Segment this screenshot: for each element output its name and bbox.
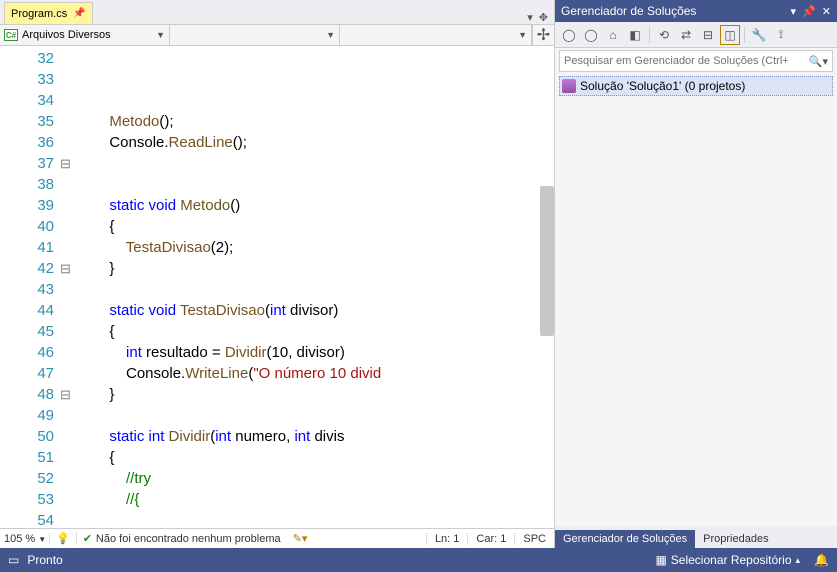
code-editor[interactable]: 3233343536373839404142434445464748495051… bbox=[0, 46, 554, 528]
preview-button[interactable]: ⟟ bbox=[771, 25, 791, 45]
error-status[interactable]: ✔ Não foi encontrado nenhum problema bbox=[76, 532, 287, 545]
code-lines[interactable]: Metodo(); Console.ReadLine(); static voi… bbox=[76, 46, 554, 528]
home-button[interactable]: ⌂ bbox=[603, 25, 623, 45]
spaces-indicator[interactable]: SPC bbox=[514, 533, 554, 545]
search-placeholder: Pesquisar em Gerenciador de Soluções (Ct… bbox=[564, 55, 789, 67]
document-tabs: Program.cs 📌 ▾ ✥ bbox=[0, 0, 554, 24]
line-number-gutter: 3233343536373839404142434445464748495051… bbox=[14, 46, 60, 528]
window-menu-icon[interactable]: ▾ bbox=[791, 5, 797, 18]
solution-root-label: Solução 'Solução1' (0 projetos) bbox=[580, 79, 745, 93]
issues-text: Não foi encontrado nenhum problema bbox=[96, 533, 281, 545]
brush-icon[interactable]: ✎▾ bbox=[287, 532, 314, 545]
sync-button[interactable]: ⟲ bbox=[654, 25, 674, 45]
tab-program-cs[interactable]: Program.cs 📌 bbox=[4, 2, 93, 24]
solution-root-item[interactable]: Solução 'Solução1' (0 projetos) bbox=[559, 76, 833, 96]
pin-icon[interactable]: 📌 bbox=[73, 8, 85, 19]
filter-button[interactable]: ⇄ bbox=[676, 25, 696, 45]
solution-explorer-pane: Gerenciador de Soluções ▾ 📌 ✕ ◯ ◯ ⌂ ◧ ⟲ … bbox=[555, 0, 837, 548]
show-all-button[interactable]: ◫ bbox=[720, 25, 740, 45]
source-control-button[interactable]: ▦ Selecionar Repositório ▴ bbox=[649, 553, 806, 567]
notifications-icon[interactable]: 🔔 bbox=[814, 553, 829, 567]
repo-icon: ▦ bbox=[655, 553, 666, 567]
tab-overflow-icon[interactable]: ▾ bbox=[527, 11, 533, 24]
panel-tabs: Gerenciador de Soluções Propriedades bbox=[555, 526, 837, 548]
fold-column[interactable]: ⊟⊟⊟ bbox=[60, 46, 76, 528]
line-indicator[interactable]: Ln: 1 bbox=[426, 533, 467, 545]
nav-type-combo[interactable]: ▼ bbox=[170, 25, 340, 45]
forward-button[interactable]: ◯ bbox=[581, 25, 601, 45]
chevron-down-icon: ▼ bbox=[518, 30, 527, 40]
editor-pane: Program.cs 📌 ▾ ✥ C# Arquivos Diversos ▼ … bbox=[0, 0, 555, 548]
ide-status-bar: ▭ Pronto ▦ Selecionar Repositório ▴ 🔔 bbox=[0, 548, 837, 572]
navigation-bar: C# Arquivos Diversos ▼ ▼ ▼ ✢ bbox=[0, 24, 554, 46]
auto-hide-icon[interactable]: 📌 bbox=[802, 5, 816, 18]
output-icon[interactable]: ▭ bbox=[8, 553, 19, 567]
search-icon: 🔍▾ bbox=[809, 55, 828, 68]
nav-project-combo[interactable]: C# Arquivos Diversos ▼ bbox=[0, 25, 170, 45]
tab-properties[interactable]: Propriedades bbox=[695, 530, 776, 548]
split-editor-button[interactable]: ✢ bbox=[532, 25, 554, 45]
scrollbar-thumb[interactable] bbox=[540, 186, 554, 336]
chevron-down-icon: ▼ bbox=[326, 30, 335, 40]
zoom-level[interactable]: 105 % ▼ bbox=[0, 533, 50, 545]
close-icon[interactable]: ✕ bbox=[822, 5, 831, 18]
panel-title-text: Gerenciador de Soluções bbox=[561, 4, 696, 18]
solution-search-input[interactable]: Pesquisar em Gerenciador de Soluções (Ct… bbox=[559, 50, 833, 72]
nav-project-label: Arquivos Diversos bbox=[22, 29, 111, 41]
editor-status-bar: 105 % ▼ 💡 ✔ Não foi encontrado nenhum pr… bbox=[0, 528, 554, 548]
status-ready: Pronto bbox=[27, 553, 62, 567]
check-icon: ✔ bbox=[83, 532, 92, 545]
collapse-button[interactable]: ⊟ bbox=[698, 25, 718, 45]
tab-solution-explorer[interactable]: Gerenciador de Soluções bbox=[555, 530, 695, 548]
tab-label: Program.cs bbox=[11, 8, 67, 20]
repo-label: Selecionar Repositório bbox=[671, 553, 792, 567]
solution-toolbar: ◯ ◯ ⌂ ◧ ⟲ ⇄ ⊟ ◫ 🔧 ⟟ bbox=[555, 22, 837, 48]
window-split-icon[interactable]: ✥ bbox=[539, 11, 548, 24]
solution-icon bbox=[562, 79, 576, 93]
solution-explorer-title[interactable]: Gerenciador de Soluções ▾ 📌 ✕ bbox=[555, 0, 837, 22]
lightbulb-icon[interactable]: 💡 bbox=[50, 532, 76, 545]
chevron-down-icon: ▼ bbox=[156, 30, 165, 40]
back-button[interactable]: ◯ bbox=[559, 25, 579, 45]
switch-views-button[interactable]: ◧ bbox=[625, 25, 645, 45]
solution-tree[interactable]: Solução 'Solução1' (0 projetos) bbox=[555, 74, 837, 526]
nav-member-combo[interactable]: ▼ bbox=[340, 25, 532, 45]
column-indicator[interactable]: Car: 1 bbox=[467, 533, 514, 545]
csharp-icon: C# bbox=[4, 29, 18, 41]
properties-button[interactable]: 🔧 bbox=[749, 25, 769, 45]
chevron-up-icon: ▴ bbox=[796, 555, 801, 566]
